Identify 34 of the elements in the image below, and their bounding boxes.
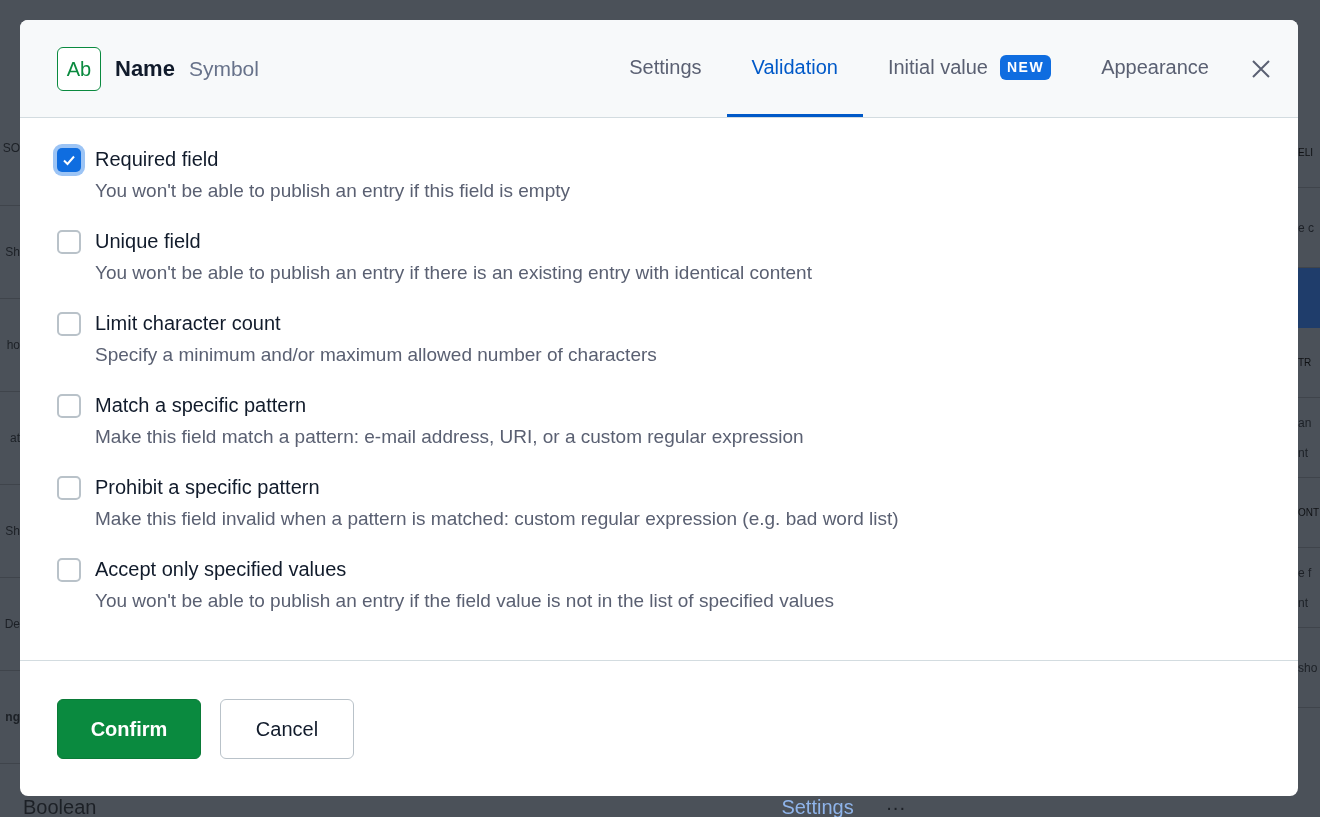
option-title: Limit character count [95, 311, 282, 336]
tab[interactable]: Validation [726, 20, 863, 117]
option-description: Make this field match a pattern: e-mail address, URI, or a custom regular expression [95, 425, 804, 449]
option-title: Match a specific pattern [95, 393, 308, 418]
background-band [1298, 268, 1320, 328]
cancel-button[interactable]: Cancel [220, 698, 354, 759]
option-title: Unique field [95, 229, 202, 254]
tab[interactable]: Appearance [1076, 20, 1234, 117]
tab[interactable]: Initial value NEW [862, 20, 1077, 117]
checkbox[interactable] [57, 312, 81, 336]
background-text: ··· [885, 796, 906, 817]
option-description: You won't be able to publish an entry if there is an existing entry with identical content [95, 261, 812, 285]
option-title: Prohibit a specific pattern [95, 475, 321, 500]
background-heading: ONT [1298, 506, 1320, 520]
option-description: You won't be able to publish an entry if the field value is not in the list of specified values [95, 589, 835, 613]
check-icon [62, 153, 76, 167]
option-description: Make this field invalid when a pattern is matched: custom regular expression (e.g. bad word list) [95, 507, 899, 531]
checkbox[interactable] [57, 558, 81, 582]
option-title: Accept only specified values [95, 557, 348, 582]
option-description: You won't be able to publish an entry if this field is empty [95, 179, 571, 203]
option-title: Required field [95, 147, 220, 172]
background-heading: ELI [1298, 146, 1313, 160]
new-badge: NEW [999, 54, 1052, 80]
field-name: Name [115, 55, 175, 83]
confirm-button[interactable]: Confirm [57, 698, 201, 759]
checkbox[interactable] [57, 230, 81, 254]
checkbox[interactable] [57, 394, 81, 418]
close-icon [1252, 59, 1270, 78]
checkbox[interactable] [57, 476, 81, 500]
background-heading: TR [1298, 356, 1312, 370]
field-type: Symbol [188, 55, 259, 82]
field-type-icon: Ab [57, 46, 101, 91]
option-description: Specify a minimum and/or maximum allowed number of characters [95, 343, 657, 367]
tab[interactable]: Settings [604, 20, 727, 117]
